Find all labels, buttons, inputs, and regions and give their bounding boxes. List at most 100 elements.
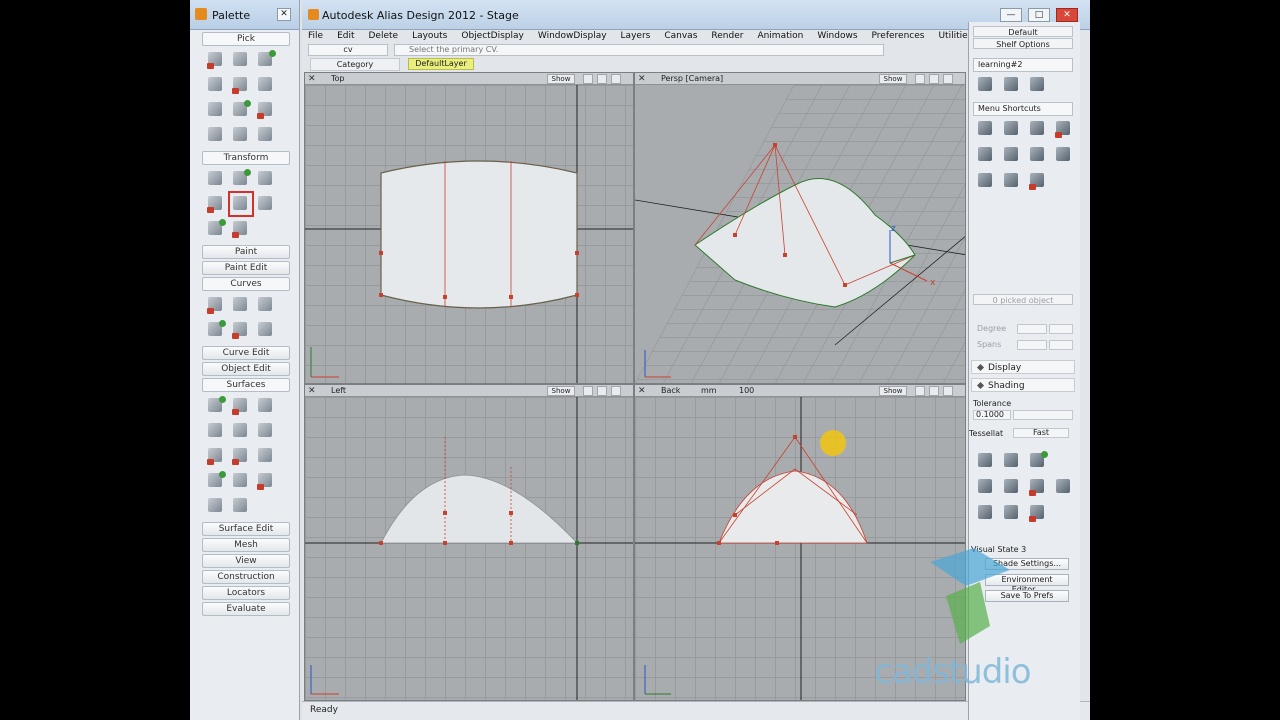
palette-tool-icon[interactable]	[228, 191, 254, 217]
palette-tool-icon[interactable]	[230, 319, 252, 341]
palette-close-button[interactable]: ✕	[277, 8, 291, 21]
degree-field-2[interactable]	[1049, 324, 1073, 334]
palette-tool-icon[interactable]	[255, 420, 277, 442]
help-icon[interactable]	[1027, 74, 1049, 96]
shelf-tool-icon[interactable]	[1001, 144, 1023, 166]
palette-section-view[interactable]: View	[202, 554, 290, 568]
palette-tool-icon[interactable]	[230, 294, 252, 316]
shelf-tool-icon[interactable]	[975, 118, 997, 140]
tolerance-field[interactable]: 0.1000	[973, 410, 1011, 420]
menu-windows[interactable]: Windows	[817, 30, 857, 43]
palette-tool-icon[interactable]	[255, 470, 277, 492]
menu-delete[interactable]: Delete	[369, 30, 399, 43]
palette-section-transform[interactable]: Transform	[202, 151, 290, 165]
viewport-layout-icon[interactable]	[583, 386, 593, 396]
palette-tool-icon[interactable]	[230, 168, 252, 190]
palette-tool-icon[interactable]	[230, 74, 252, 96]
palette-tool-icon[interactable]	[255, 395, 277, 417]
palette-tool-icon[interactable]	[205, 49, 227, 71]
shelf-tool-icon[interactable]	[1053, 144, 1075, 166]
palette-section-paint[interactable]: Paint	[202, 245, 290, 259]
palette-section-construction[interactable]: Construction	[202, 570, 290, 584]
shelf-preset-dropdown[interactable]: Default	[973, 26, 1073, 37]
palette-section-evaluate[interactable]: Evaluate	[202, 602, 290, 616]
pick-mode-field[interactable]: cv	[308, 44, 388, 56]
viewport-maximize-icon[interactable]	[929, 386, 939, 396]
palette-tool-icon[interactable]	[255, 74, 277, 96]
shading-mode-icon[interactable]	[1001, 450, 1023, 472]
shelf-tool-icon[interactable]	[1001, 170, 1023, 192]
viewport-close-icon[interactable]: ✕	[638, 74, 648, 84]
palette-tool-icon[interactable]	[205, 319, 227, 341]
viewport-left[interactable]: ✕ Left Show	[304, 384, 634, 701]
menu-animation[interactable]: Animation	[757, 30, 803, 43]
palette-section-surface-edit[interactable]: Surface Edit	[202, 522, 290, 536]
palette-tool-icon[interactable]	[230, 49, 252, 71]
palette-section-curves[interactable]: Curves	[202, 277, 290, 291]
shading-mode-icon[interactable]	[1053, 476, 1075, 498]
palette-tool-icon[interactable]	[205, 124, 227, 146]
minimize-button[interactable]: —	[1000, 8, 1022, 22]
palette-section-object-edit[interactable]: Object Edit	[202, 362, 290, 376]
palette-section-surfaces[interactable]: Surfaces	[202, 378, 290, 392]
menu-windowdisplay[interactable]: WindowDisplay	[538, 30, 607, 43]
maximize-button[interactable]: □	[1028, 8, 1050, 22]
palette-tool-icon[interactable]	[255, 99, 277, 121]
viewport-close-icon[interactable]: ✕	[638, 386, 648, 396]
viewport-layout-icon[interactable]	[915, 386, 925, 396]
shelf-tab-learning[interactable]: learning#2	[973, 58, 1073, 72]
palette-tool-icon[interactable]	[205, 495, 227, 517]
palette-tool-icon[interactable]	[230, 395, 252, 417]
viewport-close-icon[interactable]: ✕	[308, 74, 318, 84]
menu-layers[interactable]: Layers	[621, 30, 651, 43]
palette-tool-icon[interactable]	[205, 168, 227, 190]
display-section[interactable]: Display	[971, 360, 1075, 374]
menu-file[interactable]: File	[308, 30, 323, 43]
shading-mode-icon[interactable]	[1001, 476, 1023, 498]
shelf-tab-menu-shortcuts[interactable]: Menu Shortcuts	[973, 102, 1073, 116]
palette-tool-icon[interactable]	[205, 74, 227, 96]
tolerance-slider[interactable]	[1013, 410, 1073, 420]
viewport-maximize-icon[interactable]	[597, 386, 607, 396]
shelf-tool-icon[interactable]	[1027, 144, 1049, 166]
viewport-options-icon[interactable]	[943, 74, 953, 84]
show-button[interactable]: Show	[879, 74, 907, 84]
viewport-maximize-icon[interactable]	[929, 74, 939, 84]
shading-mode-icon[interactable]	[1001, 502, 1023, 524]
shading-mode-icon[interactable]	[975, 502, 997, 524]
shelf-tool-icon[interactable]	[1027, 170, 1049, 192]
palette-tool-icon[interactable]	[255, 294, 277, 316]
shelf-tool-icon[interactable]	[1001, 74, 1023, 96]
shading-mode-icon[interactable]	[975, 476, 997, 498]
palette-tool-icon[interactable]	[255, 319, 277, 341]
picked-object-dropdown[interactable]: 0 picked object	[973, 294, 1073, 305]
palette-tool-icon[interactable]	[255, 124, 277, 146]
palette-tool-icon[interactable]	[205, 294, 227, 316]
palette-tool-icon[interactable]	[230, 470, 252, 492]
menu-render[interactable]: Render	[711, 30, 743, 43]
spans-field-2[interactable]	[1049, 340, 1073, 350]
shelf-tool-icon[interactable]	[1053, 118, 1075, 140]
category-button[interactable]: Category	[310, 58, 400, 71]
palette-tool-icon[interactable]	[230, 99, 252, 121]
palette-section-paint-edit[interactable]: Paint Edit	[202, 261, 290, 275]
palette-section-curve-edit[interactable]: Curve Edit	[202, 346, 290, 360]
viewport-layout-icon[interactable]	[583, 74, 593, 84]
palette-tool-icon[interactable]	[255, 193, 277, 215]
shading-mode-icon[interactable]	[1027, 450, 1049, 472]
palette-tool-icon[interactable]	[230, 218, 252, 240]
shading-mode-icon[interactable]	[1027, 476, 1049, 498]
menu-layouts[interactable]: Layouts	[412, 30, 447, 43]
palette-tool-icon[interactable]	[230, 495, 252, 517]
palette-tool-icon[interactable]	[230, 420, 252, 442]
shelf-tool-icon[interactable]	[1027, 118, 1049, 140]
shelf-options-button[interactable]: Shelf Options	[973, 38, 1073, 49]
tessellation-dropdown[interactable]: Fast	[1013, 428, 1069, 438]
shelf-tool-icon[interactable]	[1001, 118, 1023, 140]
viewport-options-icon[interactable]	[611, 74, 621, 84]
show-button[interactable]: Show	[879, 386, 907, 396]
palette-tool-icon[interactable]	[205, 193, 227, 215]
close-button[interactable]: ✕	[1056, 8, 1078, 22]
palette-tool-icon[interactable]	[255, 445, 277, 467]
palette-tool-icon[interactable]	[205, 420, 227, 442]
